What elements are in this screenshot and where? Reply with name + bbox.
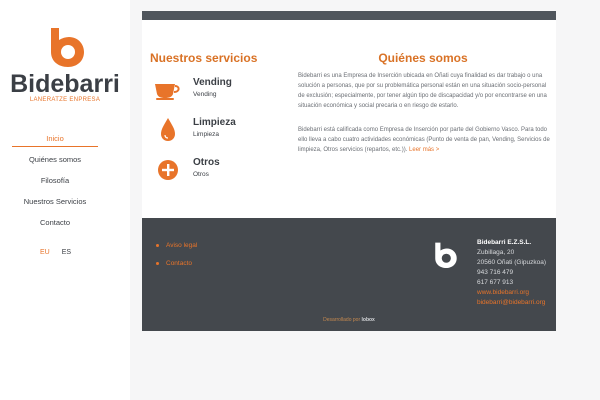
service-vending[interactable]: Vending Vending — [154, 77, 284, 107]
credit-name[interactable]: lobox — [362, 317, 375, 323]
about-paragraph-2: Bidebarri está calificada como Empresa d… — [298, 125, 550, 155]
footer-link-contacto[interactable]: Contacto — [156, 260, 197, 278]
top-bar — [142, 11, 556, 20]
cup-icon — [155, 84, 180, 100]
footer: Aviso legal Contacto Bidebarri E.Z.S.L. … — [142, 218, 556, 331]
service-subtitle: Otros — [193, 171, 209, 178]
footer-phone-2: 617 677 913 — [477, 279, 514, 286]
nav-item-inicio[interactable]: Inicio — [12, 132, 98, 147]
footer-phone-1: 943 716 479 — [477, 269, 514, 276]
footer-web-link[interactable]: www.bidebarri.org — [477, 288, 546, 298]
plus-icon — [158, 160, 178, 180]
footer-link-label: Aviso legal — [166, 242, 198, 249]
footer-logo-icon — [435, 242, 457, 268]
service-name: Vending — [193, 77, 232, 88]
service-name: Otros — [193, 157, 220, 168]
nav-item-filosofia[interactable]: Filosofía — [12, 174, 98, 195]
bullet-icon — [156, 243, 159, 247]
footer-link-aviso-legal[interactable]: Aviso legal — [156, 242, 197, 260]
sidebar: Bidebarri LANERATZE ENPRESA Inicio Quién… — [0, 0, 130, 400]
logo[interactable]: Bidebarri LANERATZE ENPRESA — [10, 26, 120, 106]
nav-item-contacto[interactable]: Contacto — [12, 216, 98, 237]
main-nav: Inicio Quiénes somos Filosofía Nuestros … — [12, 132, 98, 237]
brand-tagline: LANERATZE ENPRESA — [29, 97, 101, 103]
language-switcher: EU ES — [40, 249, 81, 256]
nav-item-nuestros-servicios[interactable]: Nuestros Servicios — [12, 195, 98, 216]
bullet-icon — [156, 261, 159, 265]
service-limpieza[interactable]: Limpieza Limpieza — [154, 117, 284, 147]
service-subtitle: Vending — [193, 91, 217, 98]
credit-prefix: Desarrollado por — [323, 317, 361, 323]
footer-company: Bidebarri E.Z.S.L. — [477, 239, 532, 246]
service-name: Limpieza — [193, 117, 236, 128]
service-subtitle: Limpieza — [193, 131, 220, 138]
footer-links: Aviso legal Contacto — [156, 242, 197, 278]
about-title: Quiénes somos — [378, 51, 468, 65]
nav-item-quienes-somos[interactable]: Quiénes somos — [12, 153, 98, 174]
drop-icon — [161, 118, 175, 141]
brand-name: Bidebarri — [10, 70, 120, 98]
footer-street: Zubillaga, 20 — [477, 249, 515, 256]
lang-es[interactable]: ES — [62, 249, 71, 256]
footer-email-link[interactable]: bidebarri@bidebarri.org — [477, 298, 546, 308]
bidebarri-logo-icon — [51, 28, 84, 67]
read-more-link[interactable]: Leer más > — [409, 147, 439, 153]
footer-link-label: Contacto — [166, 260, 193, 267]
main-content: Nuestros servicios Vending Vending Limpi… — [142, 20, 556, 218]
lang-eu[interactable]: EU — [40, 249, 50, 256]
service-otros[interactable]: Otros Otros — [154, 157, 284, 187]
services-title: Nuestros servicios — [150, 51, 258, 65]
footer-credit: Desarrollado por lobox — [142, 317, 556, 323]
about-paragraph-1: Bidebarri es una Empresa de Inserción ub… — [298, 73, 547, 109]
footer-address: Bidebarri E.Z.S.L. Zubillaga, 20 20560 O… — [477, 238, 546, 308]
footer-city: 20560 Oñati (Gipuzkoa) — [477, 259, 547, 266]
